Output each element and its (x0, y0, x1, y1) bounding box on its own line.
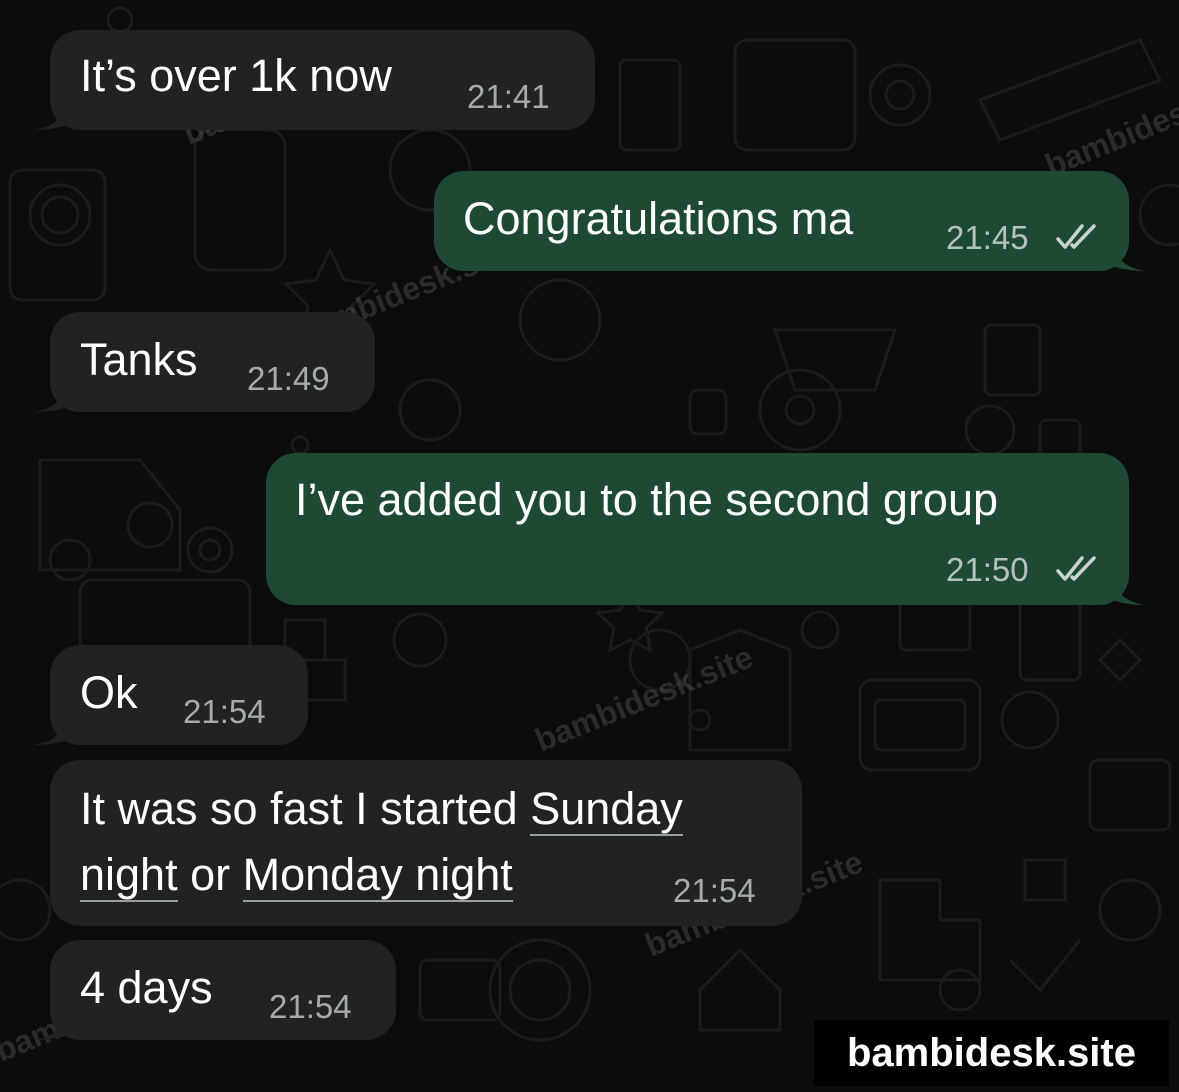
message-bubble-outgoing[interactable]: Congratulations ma 21:45 (434, 171, 1145, 271)
double-check-icon (1056, 224, 1096, 249)
message-time: 21:45 (946, 219, 1029, 256)
message-time: 21:54 (673, 872, 756, 909)
message-bubble-incoming[interactable]: Tanks 21:49 (34, 312, 375, 412)
message-text: 4 days (80, 962, 213, 1013)
message-bubble-incoming[interactable]: It was so fast I started Sunday night or… (50, 760, 802, 926)
double-check-icon (1056, 556, 1096, 581)
date-link[interactable]: Sunday (530, 783, 683, 836)
message-bubble-incoming[interactable]: Ok 21:54 (34, 645, 308, 745)
message-text-part: or (177, 849, 243, 900)
message-bubble-incoming[interactable]: It’s over 1k now 21:41 (34, 30, 595, 130)
date-link[interactable]: Monday night (242, 849, 513, 902)
watermark-text: bambidesk.site (1040, 63, 1179, 184)
message-time: 21:41 (467, 78, 550, 115)
message-text: Ok (80, 667, 138, 718)
bubble-tail (34, 1010, 64, 1040)
date-link[interactable]: night (80, 849, 178, 902)
site-watermark-badge: bambidesk.site (814, 1020, 1169, 1086)
message-text-part: It was so fast I started (80, 783, 531, 834)
bubble-tail (1115, 575, 1145, 605)
message-bubble-outgoing[interactable]: I’ve added you to the second group 21:50 (266, 453, 1145, 605)
message-text: It’s over 1k now (80, 50, 392, 101)
bubble-tail (1115, 241, 1145, 271)
message-time: 21:54 (183, 693, 266, 730)
message-time: 21:50 (946, 551, 1029, 588)
message-time: 21:54 (269, 988, 352, 1025)
message-text: Tanks (80, 334, 198, 385)
message-text: It was so fast I started Sunday night or… (80, 776, 683, 908)
bubble-tail (34, 382, 64, 412)
message-bubble-incoming[interactable]: 4 days 21:54 (34, 940, 396, 1040)
bubble-tail (34, 715, 64, 745)
message-text: Congratulations ma (463, 193, 854, 244)
message-time: 21:49 (247, 360, 330, 397)
watermark-text: bambidesk.site (530, 638, 758, 759)
message-text: I’ve added you to the second group (295, 474, 999, 525)
bubble-tail (34, 100, 64, 130)
